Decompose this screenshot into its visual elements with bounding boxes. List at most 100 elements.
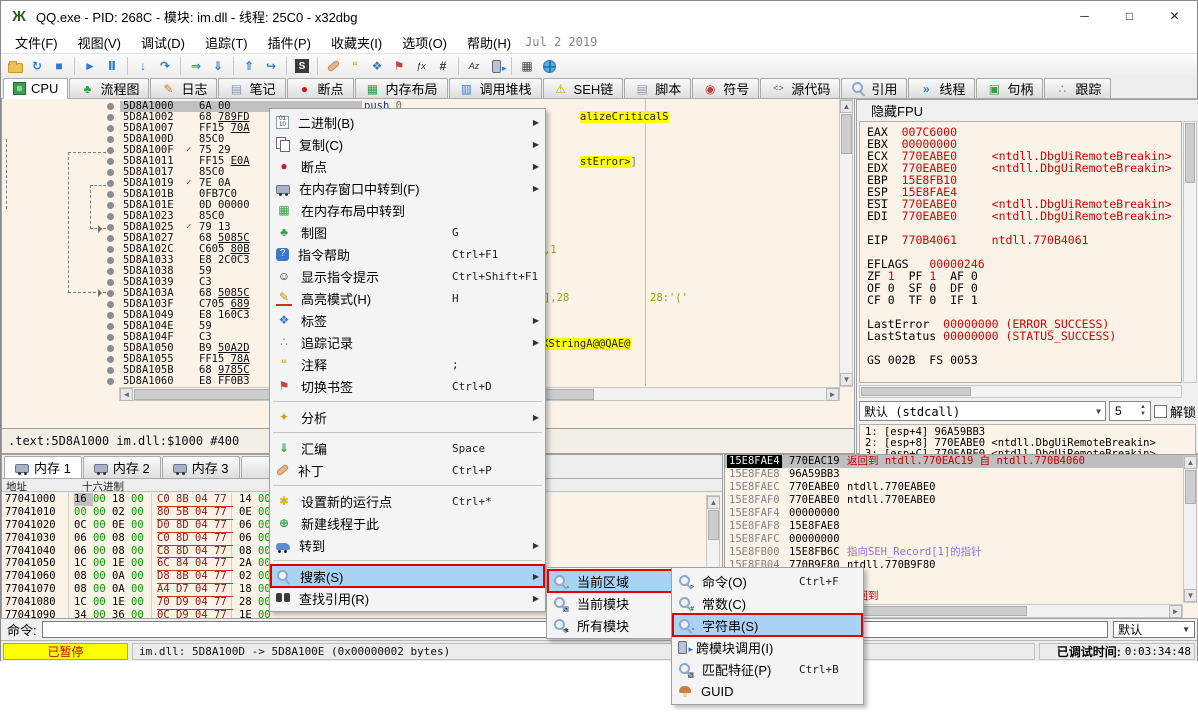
breakpoint-dot-icon[interactable] bbox=[107, 136, 114, 143]
stack-row[interactable]: 15E8FAE896A59BB3 bbox=[725, 468, 1198, 481]
dump-byte[interactable]: 00 bbox=[93, 532, 112, 545]
scroll-right-icon[interactable]: ► bbox=[1169, 605, 1182, 618]
unlock-checkbox[interactable] bbox=[1154, 405, 1167, 418]
menubar-item[interactable]: 选项(O) bbox=[392, 31, 457, 54]
scroll-up-icon[interactable]: ▲ bbox=[840, 100, 853, 113]
tab-脚本[interactable]: ▤脚本 bbox=[624, 78, 691, 98]
tab-流程图[interactable]: ♣流程图 bbox=[69, 78, 149, 98]
breakpoint-dot-icon[interactable] bbox=[107, 235, 114, 242]
dump-byte[interactable]: 00 bbox=[131, 596, 150, 609]
dump-tab-内存 3[interactable]: 内存 3 bbox=[162, 456, 240, 478]
tab-调用堆栈[interactable]: ▥调用堆栈 bbox=[449, 78, 542, 98]
register-line[interactable]: GS 002B FS 0053 bbox=[867, 354, 1181, 366]
dump-tab-内存 2[interactable]: 内存 2 bbox=[83, 456, 161, 478]
scroll-down-icon[interactable]: ▼ bbox=[840, 373, 853, 386]
toolbar-button-intermodular-call[interactable] bbox=[485, 55, 507, 77]
dump-pointer-byte[interactable]: 77 bbox=[214, 493, 233, 507]
menubar-item[interactable]: 视图(V) bbox=[68, 31, 131, 54]
scroll-up-icon[interactable]: ▲ bbox=[1184, 456, 1197, 469]
dump-pointer-byte[interactable]: C0 bbox=[157, 532, 176, 546]
tab-线程[interactable]: »线程 bbox=[908, 78, 975, 98]
dump-pointer-byte[interactable]: 77 bbox=[214, 519, 233, 533]
tab-断点[interactable]: ●断点 bbox=[287, 78, 354, 98]
submenu-item-所有模块[interactable]: ✱所有模块▶ bbox=[548, 614, 687, 636]
breakpoint-dot-icon[interactable] bbox=[107, 257, 114, 264]
dump-pointer-byte[interactable]: D0 bbox=[157, 519, 176, 533]
stack-row[interactable]: 15E8FB0015E8FB6C指向SEH_Record[1]的指针 bbox=[725, 546, 1198, 559]
dump-byte[interactable]: 00 bbox=[93, 519, 112, 532]
tab-符号[interactable]: ◉符号 bbox=[692, 78, 759, 98]
dump-byte[interactable]: 06 bbox=[74, 532, 93, 545]
dump-pointer-byte[interactable]: 04 bbox=[195, 596, 214, 610]
tab-SEH链[interactable]: ⚠SEH链 bbox=[543, 78, 624, 98]
dump-pointer-byte[interactable]: D9 bbox=[176, 596, 195, 610]
breakpoint-dot-icon[interactable] bbox=[107, 279, 114, 286]
menu-item-注释[interactable]: “注释; bbox=[271, 353, 544, 375]
dump-byte[interactable]: 16 bbox=[74, 493, 93, 506]
tab-CPU[interactable]: CPU bbox=[3, 78, 68, 99]
menu-item-高亮模式(H)[interactable]: ✎高亮模式(H)H bbox=[271, 287, 544, 309]
registers-vscroll-thumb[interactable] bbox=[1185, 123, 1195, 183]
dump-pointer-byte[interactable]: 77 bbox=[214, 583, 233, 597]
dump-byte[interactable]: 00 bbox=[131, 493, 150, 506]
dump-pointer-byte[interactable]: 04 bbox=[195, 557, 214, 571]
stack-row[interactable]: 15E8FAF0770EABE0ntdll.770EABE0 bbox=[725, 494, 1198, 507]
stack-row[interactable]: 15E8FAF815E8FAE8 bbox=[725, 520, 1198, 533]
arg-count-stepper[interactable]: 5 ▲▼ bbox=[1109, 401, 1151, 421]
dump-byte[interactable]: 06 bbox=[74, 545, 93, 558]
dump-byte[interactable]: 00 bbox=[131, 609, 150, 618]
toolbar-button-execute-till-return[interactable]: ⇓ bbox=[207, 55, 229, 77]
dump-byte[interactable]: 28 bbox=[239, 596, 258, 609]
dump-pointer-byte[interactable]: 04 bbox=[195, 532, 214, 546]
dump-pointer-byte[interactable]: 77 bbox=[214, 609, 233, 618]
dump-byte[interactable]: 0E bbox=[239, 506, 258, 519]
dump-pointer-byte[interactable]: 6C bbox=[157, 557, 176, 571]
dump-byte[interactable]: 08 bbox=[112, 532, 131, 545]
breakpoint-dot-icon[interactable] bbox=[107, 268, 114, 275]
dump-byte[interactable]: 08 bbox=[74, 583, 93, 596]
submenu-item-当前模块[interactable]: ▣当前模块▶ bbox=[548, 592, 687, 614]
dump-vscroll-thumb[interactable] bbox=[708, 510, 719, 540]
submenu-item-字符串(S)[interactable]: “字符串(S) bbox=[673, 614, 862, 636]
dump-pointer-byte[interactable]: 04 bbox=[195, 519, 214, 533]
registers-vscrollbar[interactable] bbox=[1183, 121, 1197, 383]
breakpoint-dot-icon[interactable] bbox=[107, 301, 114, 308]
submenu-item-GUID[interactable]: GUID bbox=[673, 680, 862, 702]
tab-跟踪[interactable]: ∴跟踪 bbox=[1044, 78, 1111, 98]
dump-byte[interactable]: 0C bbox=[74, 519, 93, 532]
breakpoint-dot-icon[interactable] bbox=[107, 246, 114, 253]
dump-byte[interactable]: 1C bbox=[74, 557, 93, 570]
dump-byte[interactable]: 36 bbox=[112, 609, 131, 618]
breakpoint-dot-icon[interactable] bbox=[107, 191, 114, 198]
submenu-item-跨模块调用(I)[interactable]: 跨模块调用(I) bbox=[673, 636, 862, 658]
dump-byte[interactable]: 2A bbox=[239, 557, 258, 570]
menu-item-转到[interactable]: 转到▶ bbox=[271, 534, 544, 556]
breakpoint-dot-icon[interactable] bbox=[107, 224, 114, 231]
dump-pointer-byte[interactable]: 04 bbox=[195, 609, 214, 618]
menubar-item[interactable]: 帮助(H) bbox=[457, 31, 521, 54]
dump-pointer-byte[interactable]: A4 bbox=[157, 583, 176, 597]
command-profile-select[interactable]: 默认 ▼ bbox=[1113, 621, 1195, 638]
dump-pointer-byte[interactable]: 0C bbox=[157, 609, 176, 618]
dump-byte[interactable]: 00 bbox=[131, 519, 150, 532]
dump-pointer-byte[interactable]: 70 bbox=[157, 596, 176, 610]
breakpoint-dot-icon[interactable] bbox=[107, 202, 114, 209]
scroll-down-icon[interactable]: ▼ bbox=[1184, 589, 1197, 602]
toolbar-button-hash[interactable]: # bbox=[432, 55, 454, 77]
dump-pointer-byte[interactable]: 8B bbox=[176, 570, 195, 584]
submenu-item-命令(O)[interactable]: >命令(O)Ctrl+F bbox=[673, 570, 862, 592]
dump-byte[interactable]: 00 bbox=[131, 557, 150, 570]
dump-pointer-byte[interactable]: 04 bbox=[195, 570, 214, 584]
dump-byte[interactable]: 34 bbox=[74, 609, 93, 618]
dump-pointer-byte[interactable]: 04 bbox=[195, 506, 214, 520]
breakpoint-dot-icon[interactable] bbox=[107, 312, 114, 319]
tab-内存布局[interactable]: ▦内存布局 bbox=[355, 78, 448, 98]
calling-convention-select[interactable]: 默认 (stdcall) ▼ bbox=[859, 401, 1106, 421]
dump-pointer-byte[interactable]: 04 bbox=[195, 583, 214, 597]
dump-byte[interactable]: 1E bbox=[112, 557, 131, 570]
breakpoint-dot-icon[interactable] bbox=[107, 158, 114, 165]
toolbar-button-run[interactable]: ► bbox=[79, 55, 101, 77]
disasm-vscrollbar[interactable]: ▲ ▼ bbox=[839, 99, 853, 387]
tab-句柄[interactable]: ▣句柄 bbox=[976, 78, 1043, 98]
toolbar-button-step-into[interactable]: ↓ bbox=[132, 55, 154, 77]
